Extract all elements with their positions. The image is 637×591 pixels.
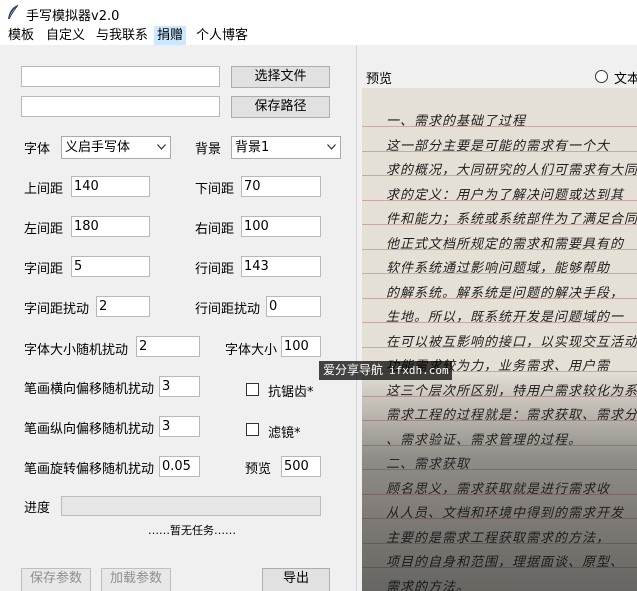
handwriting-line: 求的定义：用户为了解决问题或达到其: [386, 187, 625, 203]
preview-res-label: 预览: [245, 462, 272, 477]
task-status: ……暂无任务……: [148, 524, 236, 537]
line-spacing-input[interactable]: 143: [241, 256, 321, 277]
handwriting-line: 件和能力；系统或系统部件为了满足合同: [386, 212, 637, 227]
stroke-rot-offset-label: 笔画旋转偏移随机扰动: [24, 462, 155, 477]
font-size-jitter-input[interactable]: 2: [136, 336, 200, 357]
handwriting-line: 在可以被互影响的接口，以实现交互活动: [386, 334, 637, 350]
handwriting-line: 求的概况，大同研究的人们可需求有大同: [386, 163, 637, 178]
progress-bar: [61, 496, 321, 516]
stroke-rot-offset-input[interactable]: 0.05: [159, 456, 200, 477]
background-select[interactable]: 背景1: [231, 136, 341, 159]
background-select-value: 背景1: [235, 140, 270, 155]
preview-res-input[interactable]: 500: [281, 456, 321, 477]
load-params-button[interactable]: 加载参数: [101, 568, 171, 591]
right-margin-label: 右间距: [195, 222, 235, 237]
font-size-input[interactable]: 100: [281, 336, 321, 357]
stroke-v-offset-label: 笔画纵向偏移随机扰动: [24, 422, 155, 437]
char-spacing-label: 字间距: [24, 262, 64, 277]
top-margin-input[interactable]: 140: [71, 176, 150, 197]
menu-item-custom[interactable]: 自定义: [43, 26, 88, 45]
export-button[interactable]: 导出: [262, 568, 330, 591]
handwriting-line: 生地。所以，既系统开发是问题域的一: [386, 310, 625, 325]
line-spacing-jitter-input[interactable]: 0: [266, 296, 321, 317]
bottom-margin-input[interactable]: 70: [241, 176, 321, 197]
antialias-checkbox[interactable]: [246, 383, 259, 396]
right-margin-input[interactable]: 100: [241, 216, 321, 237]
title-bar: 手写模拟器v2.0: [0, 0, 637, 26]
text-file-input[interactable]: [21, 66, 220, 87]
font-select[interactable]: 义启手写体: [61, 136, 171, 159]
choose-file-button[interactable]: 选择文件: [231, 66, 330, 88]
char-spacing-input[interactable]: 5: [71, 256, 150, 277]
left-margin-label: 左间距: [24, 222, 64, 237]
preview-panel-label: 预览: [366, 72, 393, 87]
antialias-label: 抗锯齿*: [268, 385, 314, 400]
menu-item-donate[interactable]: 捐赠: [154, 26, 187, 45]
left-margin-input[interactable]: 180: [71, 216, 150, 237]
menu-item-contact[interactable]: 与我联系: [93, 26, 151, 45]
menu-item-templates[interactable]: 模板: [5, 26, 37, 45]
top-margin-label: 上间距: [24, 182, 64, 197]
watermark-text: 爱分享导航: [323, 363, 384, 377]
preview-shadow: [362, 370, 637, 591]
save-params-button[interactable]: 保存参数: [21, 568, 91, 591]
feather-icon: [8, 4, 19, 20]
watermark: 爱分享导航 ifxdh.com: [319, 361, 452, 380]
font-size-jitter-label: 字体大小随机扰动: [24, 343, 129, 358]
handwriting-line: 软件系统通过影响问题域，能够帮助: [386, 261, 611, 276]
font-size-label: 字体大小: [225, 343, 278, 358]
line-spacing-label: 行间距: [195, 262, 235, 277]
filter-checkbox[interactable]: [246, 423, 259, 436]
watermark-url: ifxdh.com: [389, 364, 449, 377]
font-select-value: 义启手写体: [65, 140, 131, 155]
bottom-margin-label: 下间距: [195, 182, 235, 197]
stroke-v-offset-input[interactable]: 3: [159, 416, 200, 437]
background-label: 背景: [195, 142, 222, 157]
menu-item-blog[interactable]: 个人博客: [193, 26, 251, 45]
line-spacing-jitter-label: 行间距扰动: [195, 302, 261, 317]
chevron-down-icon: [327, 144, 336, 150]
progress-label: 进度: [24, 501, 51, 516]
text-mode-label: 文本: [614, 72, 637, 87]
window-title: 手写模拟器v2.0: [26, 9, 120, 24]
font-label: 字体: [24, 142, 51, 157]
filter-label: 滤镜*: [268, 426, 301, 441]
save-path-input[interactable]: [21, 96, 220, 117]
text-mode-radio[interactable]: [595, 70, 608, 83]
stroke-h-offset-label: 笔画横向偏移随机扰动: [24, 382, 155, 397]
handwriting-line: 他正式文档所规定的需求和需要具有的: [386, 236, 625, 252]
save-path-button[interactable]: 保存路径: [231, 96, 330, 118]
char-spacing-jitter-input[interactable]: 2: [96, 296, 150, 317]
handwriting-line: 一、需求的基础了过程: [386, 114, 527, 129]
char-spacing-jitter-label: 字间距扰动: [24, 302, 90, 317]
stroke-h-offset-input[interactable]: 3: [159, 376, 200, 397]
menu-bar: 模板 自定义 与我联系 捐赠 个人博客: [0, 26, 637, 45]
chevron-down-icon: [157, 144, 166, 150]
handwriting-line: 的解系统。解系统是问题的解决手段，: [386, 285, 625, 301]
panel-divider: [356, 45, 357, 591]
handwriting-line: 这一部分主要是可能的需求有一个大: [386, 138, 611, 154]
